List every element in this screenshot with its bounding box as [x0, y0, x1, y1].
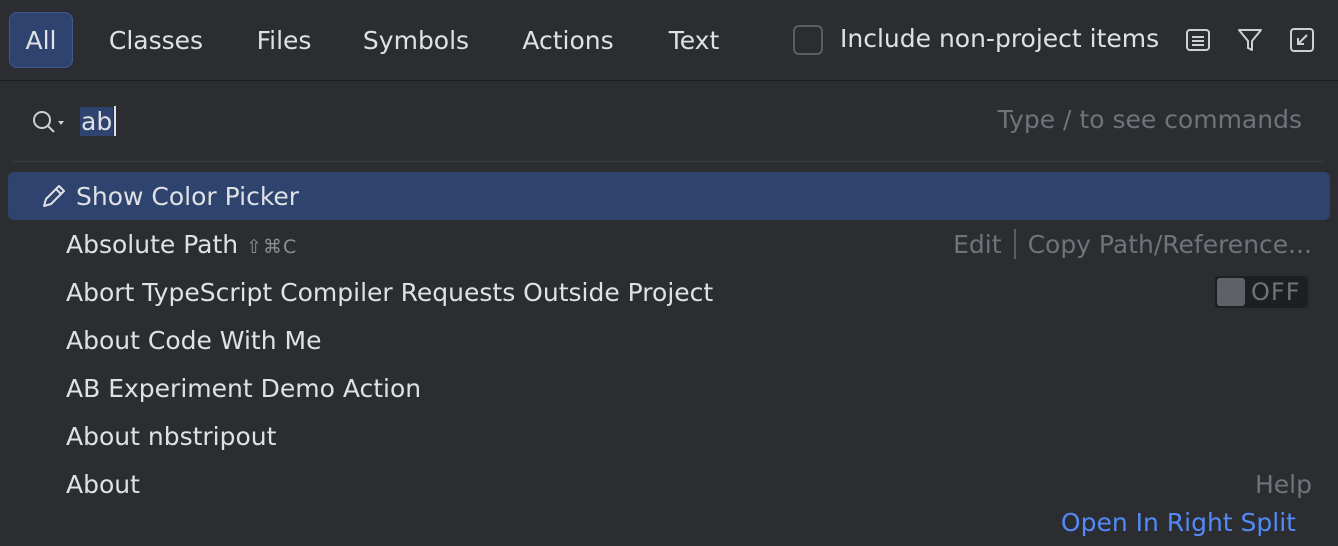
list-item-label: About nbstripout: [66, 421, 277, 451]
list-item[interactable]: Absolute Path ⇧⌘C Edit Copy Path/Reference…: [8, 220, 1330, 268]
list-preview-icon[interactable]: [1184, 26, 1212, 54]
list-item[interactable]: About Code With Me: [8, 316, 1330, 364]
tab-files[interactable]: Files: [240, 12, 328, 68]
search-icon[interactable]: [30, 108, 68, 136]
list-item-group: Help: [1255, 469, 1312, 499]
group-detail: Copy Path/Reference...: [1027, 229, 1312, 259]
filter-icon[interactable]: [1236, 26, 1264, 54]
list-item-label: Abort TypeScript Compiler Requests Outsi…: [66, 277, 714, 307]
list-item[interactable]: About nbstripout: [8, 412, 1330, 460]
include-non-project-label[interactable]: Include non-project items: [840, 24, 1159, 53]
shortcut-hint: ⇧⌘C: [246, 235, 298, 258]
list-item[interactable]: AB Experiment Demo Action: [8, 364, 1330, 412]
divider: [12, 161, 1324, 162]
tab-classes[interactable]: Classes: [92, 12, 220, 68]
tab-text[interactable]: Text: [652, 12, 736, 68]
list-item[interactable]: Abort TypeScript Compiler Requests Outsi…: [8, 268, 1330, 316]
search-row: ab Type / to see commands: [0, 80, 1338, 162]
open-in-right-split-link[interactable]: Open In Right Split: [1061, 508, 1296, 537]
toggle-state: OFF: [1251, 278, 1301, 306]
search-input[interactable]: ab: [80, 104, 117, 138]
list-item-label: Show Color Picker: [76, 181, 300, 211]
group-name: Edit: [953, 229, 1002, 259]
list-item[interactable]: About Help: [8, 460, 1330, 508]
list-item-label: AB Experiment Demo Action: [66, 373, 422, 403]
list-item-text: Absolute Path: [66, 229, 239, 259]
tab-all[interactable]: All: [9, 12, 73, 68]
include-non-project-checkbox[interactable]: [793, 25, 823, 55]
list-item-label: About Code With Me: [66, 325, 322, 355]
toggle-switch[interactable]: OFF: [1215, 276, 1308, 308]
divider: [1013, 229, 1016, 259]
tab-symbols[interactable]: Symbols: [350, 12, 482, 68]
list-item[interactable]: Show Color Picker: [8, 172, 1330, 220]
list-item-label: About: [66, 469, 140, 499]
pencil-icon: [43, 185, 65, 207]
list-item-group: Edit Copy Path/Reference...: [953, 229, 1312, 259]
search-input-value: ab: [80, 106, 114, 136]
search-hint: Type / to see commands: [997, 105, 1302, 134]
open-in-window-icon[interactable]: [1288, 26, 1316, 54]
list-item-label: Absolute Path ⇧⌘C: [66, 230, 297, 259]
toggle-knob: [1217, 278, 1245, 306]
search-everywhere-tabbar: All Classes Files Symbols Actions Text I…: [0, 0, 1338, 81]
tab-actions[interactable]: Actions: [506, 12, 630, 68]
text-caret: [114, 106, 117, 136]
